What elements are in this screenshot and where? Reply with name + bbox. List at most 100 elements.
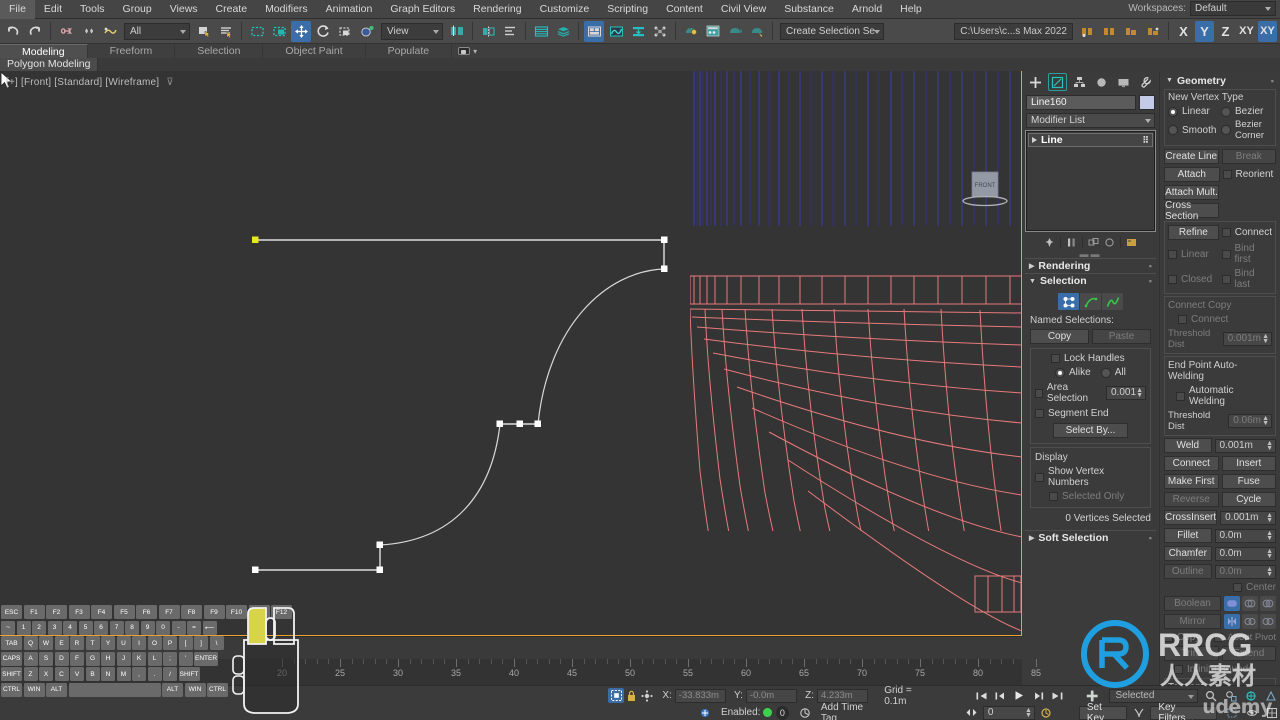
align-icon[interactable] [500, 21, 520, 42]
ribbon-tab-modeling[interactable]: Modeling [0, 44, 88, 58]
next-frame-button[interactable] [1030, 688, 1047, 703]
transform-type-in-icon[interactable] [639, 688, 654, 703]
snap-toggle-2-icon[interactable] [1077, 21, 1097, 42]
viewport-label-view[interactable]: [Front] [21, 77, 51, 88]
rollout-geometry-header[interactable]: ▼ Geometry ▪ [1162, 71, 1278, 87]
time-configuration-icon[interactable] [1038, 705, 1055, 720]
select-by-button[interactable]: Select By... [1053, 423, 1128, 438]
curve-editor-icon[interactable] [606, 21, 626, 42]
axis-constraint-y[interactable]: Y [1195, 20, 1214, 42]
viewport-label[interactable]: [+] [Front] [Standard] [Wireframe] ⊽ [6, 77, 174, 88]
refine-connect-checkbox[interactable]: Connect [1221, 225, 1272, 240]
fuse-button[interactable]: Fuse [1221, 474, 1276, 489]
bind-to-space-warp-icon[interactable] [100, 21, 120, 42]
show-end-result-icon[interactable] [1064, 235, 1079, 250]
menu-item-animation[interactable]: Animation [317, 0, 382, 19]
motion-tab[interactable] [1092, 73, 1111, 91]
alike-radio[interactable]: Alike [1055, 367, 1091, 378]
expand-triangle-icon[interactable] [1032, 137, 1037, 143]
current-frame-field[interactable]: 0 ▲ ▼ [982, 705, 1035, 720]
modify-tab[interactable] [1047, 73, 1067, 91]
mirror-vertical-icon[interactable] [1242, 614, 1258, 629]
use-pivot-point-center-icon[interactable] [447, 21, 467, 42]
toggle-layer-explorer-icon[interactable] [553, 21, 573, 42]
vertex-type-bezier-corner-radio[interactable]: Bezier Corner [1221, 119, 1272, 141]
weld-button[interactable]: Weld [1164, 438, 1212, 453]
spinner-snap-icon[interactable] [1143, 21, 1163, 42]
rollout-selection-header[interactable]: ▼ Selection ▪ [1025, 273, 1156, 288]
particle-view-icon[interactable] [650, 21, 670, 42]
select-by-name-icon[interactable] [216, 21, 236, 42]
toggle-ribbon-icon[interactable] [584, 20, 604, 42]
insert-button[interactable]: Insert [1221, 456, 1276, 471]
play-animation-button[interactable] [1011, 688, 1028, 703]
create-tab[interactable] [1026, 73, 1045, 91]
attach-button[interactable]: Attach [1164, 167, 1220, 182]
select-object-icon[interactable] [194, 21, 214, 42]
redo-button[interactable] [25, 21, 45, 42]
ribbon-tab-selection[interactable]: Selection [175, 44, 264, 58]
set-key-button[interactable]: Set Key [1078, 702, 1127, 720]
unlink-selection-icon[interactable] [78, 21, 98, 42]
refine-button[interactable]: Refine [1168, 225, 1219, 240]
pin-stack-icon[interactable] [1042, 235, 1057, 250]
segment-sub-object-icon[interactable] [1080, 293, 1101, 310]
rectangular-selection-region-icon[interactable] [247, 21, 267, 42]
rollout-scroll-handle[interactable]: ▬▬ [1022, 250, 1159, 259]
chamfer-button[interactable]: Chamfer [1164, 546, 1212, 561]
menu-item-file[interactable]: File [0, 0, 35, 19]
rendered-frame-window-icon[interactable] [725, 21, 745, 42]
add-time-tag-icon[interactable] [797, 705, 813, 720]
menu-item-rendering[interactable]: Rendering [464, 0, 530, 19]
mirror-icon[interactable] [478, 21, 498, 42]
fillet-spinner[interactable]: 0.0m ▲ ▼ [1214, 528, 1276, 543]
menu-item-modifiers[interactable]: Modifiers [256, 0, 317, 19]
menu-item-create[interactable]: Create [207, 0, 257, 19]
viewport-label-shading[interactable]: [Standard] [54, 77, 102, 88]
spinner-arrows-icon[interactable]: ▲ ▼ [1136, 387, 1143, 399]
menu-item-substance[interactable]: Substance [775, 0, 843, 19]
attach-mult-button[interactable]: Attach Mult. [1164, 185, 1219, 200]
named-selection-set-dropdown[interactable]: Create Selection Se [780, 22, 884, 40]
render-production-icon[interactable] [747, 21, 767, 42]
viewport-label-plus[interactable]: [+] [6, 77, 18, 88]
create-line-button[interactable]: Create Line [1164, 149, 1219, 164]
material-editor-icon[interactable] [681, 21, 701, 42]
menu-item-customize[interactable]: Customize [531, 0, 599, 19]
modifier-stack-item-line[interactable]: Line ⠿ [1028, 133, 1153, 147]
weld-spinner[interactable]: 0.001m ▲ ▼ [1214, 438, 1276, 453]
crossinsert-spinner[interactable]: 0.001m ▲ ▼ [1220, 510, 1276, 525]
vertex-type-linear-radio[interactable]: Linear [1168, 106, 1219, 117]
snaps-toggle-icon[interactable] [357, 21, 377, 42]
selection-filter-dropdown[interactable]: All [124, 22, 190, 40]
menu-item-help[interactable]: Help [891, 0, 931, 19]
boolean-subtract-icon[interactable] [1242, 596, 1258, 611]
hierarchy-tab[interactable] [1070, 73, 1089, 91]
modifier-list-dropdown[interactable]: Modifier List [1026, 113, 1155, 128]
rollout-rendering-header[interactable]: ▶ Rendering ▪ [1025, 258, 1156, 273]
spinner-arrows-icon[interactable]: ▲ ▼ [1266, 548, 1273, 560]
spinner-arrows-icon[interactable]: ▲ ▼ [1266, 512, 1273, 524]
fillet-button[interactable]: Fillet [1164, 528, 1212, 543]
viewport-label-style[interactable]: [Wireframe] [105, 77, 159, 88]
y-coordinate-field[interactable]: -0.0m [745, 688, 798, 703]
menu-item-civil-view[interactable]: Civil View [712, 0, 775, 19]
menu-item-tools[interactable]: Tools [71, 0, 114, 19]
window-crossing-icon[interactable] [269, 21, 289, 42]
spinner-arrows-icon[interactable]: ▲ ▼ [1025, 707, 1032, 719]
reference-coordinate-dropdown[interactable]: View [381, 22, 443, 40]
ribbon-tab-object-paint[interactable]: Object Paint [263, 44, 366, 58]
go-to-end-button[interactable] [1049, 688, 1066, 703]
cross-section-button[interactable]: Cross Section [1164, 200, 1219, 222]
spinner-arrows-icon[interactable]: ▲ ▼ [1266, 530, 1273, 542]
spline-sub-object-icon[interactable] [1102, 293, 1123, 310]
absolute-relative-transform-toggle[interactable] [608, 688, 624, 703]
mirror-horizontal-icon[interactable] [1224, 614, 1240, 629]
connect-button[interactable]: Connect [1164, 456, 1219, 471]
cycle-button[interactable]: Cycle [1221, 492, 1276, 507]
utilities-tab[interactable] [1136, 73, 1155, 91]
ribbon-tab-freeform[interactable]: Freeform [88, 44, 176, 58]
schematic-view-icon[interactable] [628, 21, 648, 42]
rollout-soft-selection-header[interactable]: ▶ Soft Selection ▪ [1025, 530, 1156, 545]
make-first-button[interactable]: Make First [1164, 474, 1219, 489]
